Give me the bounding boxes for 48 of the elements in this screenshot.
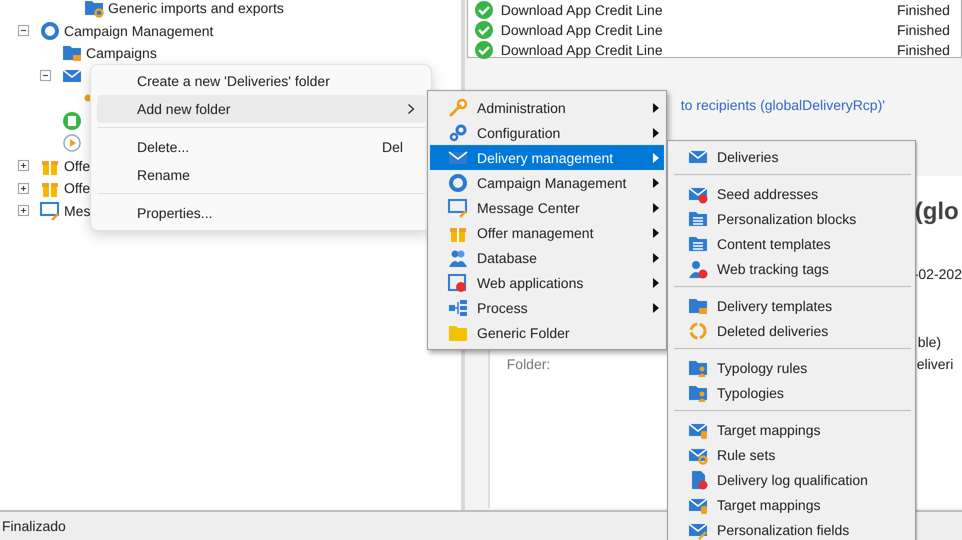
tree-item[interactable]: Campaign Management xyxy=(62,22,216,40)
menu-item[interactable]: Campaign Management xyxy=(430,170,664,195)
job-status: Finished xyxy=(897,2,951,18)
menu-item[interactable]: Seed addresses xyxy=(670,181,913,206)
menu-item[interactable]: Deliveries xyxy=(670,144,913,169)
menu-item[interactable]: Typologies xyxy=(670,380,913,405)
job-status: Finished xyxy=(897,42,951,58)
menu-item[interactable]: Target mappings xyxy=(670,492,913,517)
job-name: Download App Credit Line xyxy=(500,22,664,38)
menu-item[interactable]: Delivery templates xyxy=(670,293,913,318)
menu-item[interactable]: Delete... Del xyxy=(97,133,425,161)
menu-item[interactable]: Add new folder xyxy=(97,95,425,123)
detail-date: -02-202 xyxy=(914,266,962,282)
menu-item[interactable]: Generic Folder xyxy=(430,320,664,345)
menu-item[interactable]: Content templates xyxy=(670,231,913,256)
tree-item[interactable]: Generic imports and exports xyxy=(106,0,286,18)
tree-item[interactable]: Mes xyxy=(62,202,92,220)
tree-item[interactable]: Offe xyxy=(62,156,92,175)
menu-item[interactable]: Rename xyxy=(97,161,425,189)
menu-item[interactable]: Offer management xyxy=(430,220,664,245)
menu-item[interactable]: Typology rules xyxy=(670,355,913,380)
menu-item[interactable]: Web applications xyxy=(430,270,664,295)
detail-value: ble) xyxy=(918,334,942,350)
menu-item[interactable]: Deleted deliveries xyxy=(670,318,913,343)
menu-item[interactable]: Message Center xyxy=(430,195,664,220)
tree-item[interactable]: Offe xyxy=(62,179,92,198)
job-name: Download App Credit Line xyxy=(500,2,664,18)
menu-item[interactable]: Personalization blocks xyxy=(670,206,913,231)
field-label: Folder: xyxy=(506,356,550,372)
menu-item[interactable]: Delivery log qualification xyxy=(670,467,913,492)
menu-item[interactable]: Properties... xyxy=(97,199,425,227)
menu-item[interactable]: Rule sets xyxy=(670,442,913,467)
link[interactable]: to recipients (globalDeliveryRcp)' xyxy=(680,97,885,113)
menu-item[interactable]: Administration xyxy=(430,95,664,120)
field-value: eliveri xyxy=(916,356,954,372)
menu-item[interactable]: Delivery management xyxy=(430,145,664,170)
menu-item[interactable]: Database xyxy=(430,245,664,270)
menu-item[interactable]: Target mappings xyxy=(670,417,913,442)
menu-item[interactable]: Process xyxy=(430,295,664,320)
menu-item[interactable]: Configuration xyxy=(430,120,664,145)
job-name: Download App Credit Line xyxy=(500,42,664,58)
detail-title: (glo xyxy=(914,198,960,226)
job-status: Finished xyxy=(897,22,951,38)
tree-item[interactable]: Campaigns xyxy=(84,44,159,62)
menu-item[interactable]: Create a new 'Deliveries' folder xyxy=(97,67,425,95)
menu-item[interactable]: Personalization fields xyxy=(670,517,913,540)
menu-item[interactable]: Web tracking tags xyxy=(670,256,913,281)
status-text: Finalizado xyxy=(2,518,66,534)
